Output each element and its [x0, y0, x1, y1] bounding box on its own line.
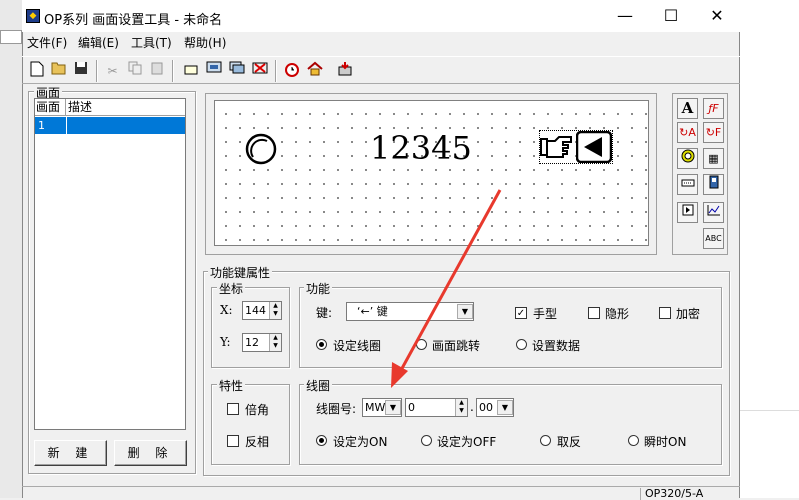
annotation-arrow	[391, 189, 502, 388]
